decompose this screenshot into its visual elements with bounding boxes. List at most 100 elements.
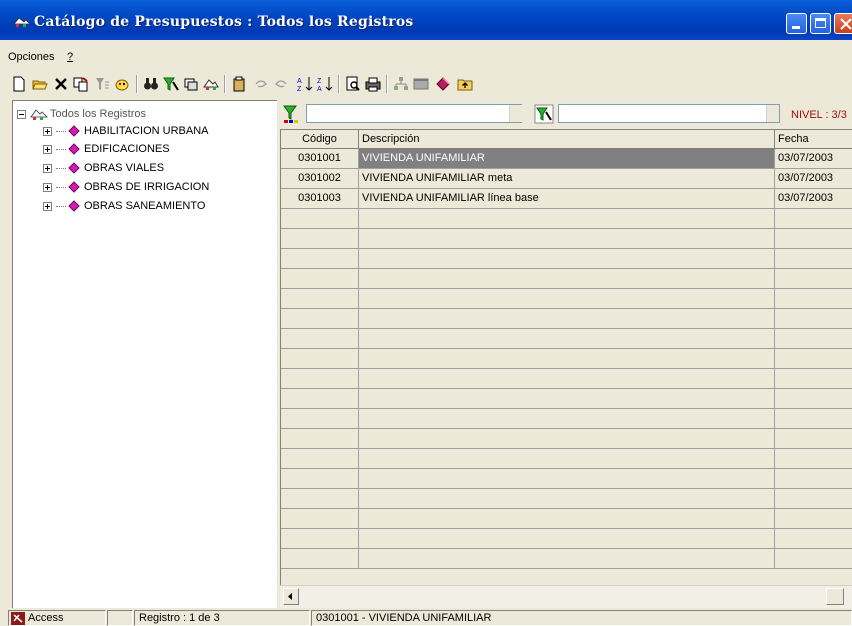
empty-cell[interactable] [281, 489, 359, 509]
empty-cell[interactable] [359, 229, 775, 249]
empty-cell[interactable] [281, 249, 359, 269]
column-header-descripcion[interactable]: Descripción [359, 130, 775, 149]
redo-button[interactable] [272, 75, 290, 93]
filter-funnel-icon[interactable] [534, 104, 554, 124]
title-bar[interactable]: Catálogo de Presupuestos : Todos los Reg… [0, 0, 852, 40]
empty-cell[interactable] [281, 369, 359, 389]
cell-codigo[interactable]: 0301001 [281, 149, 359, 169]
empty-cell[interactable] [775, 549, 852, 569]
delete-button[interactable] [52, 75, 70, 93]
empty-cell[interactable] [281, 209, 359, 229]
empty-cell[interactable] [775, 329, 852, 349]
paint-button[interactable] [113, 75, 131, 93]
cell-descripcion[interactable]: VIVIENDA UNIFAMILIAR línea base [359, 189, 775, 209]
filter-input-2[interactable] [558, 104, 780, 123]
filter-tree-button[interactable] [93, 75, 111, 93]
empty-cell[interactable] [281, 469, 359, 489]
empty-table-row[interactable] [281, 409, 852, 429]
catalog-button[interactable] [202, 75, 220, 93]
empty-table-row[interactable] [281, 469, 852, 489]
empty-cell[interactable] [281, 449, 359, 469]
paste-button[interactable] [230, 75, 248, 93]
empty-cell[interactable] [359, 549, 775, 569]
empty-cell[interactable] [775, 309, 852, 329]
cell-fecha[interactable]: 03/07/2003 [775, 189, 852, 209]
hierarchy-button[interactable] [392, 75, 410, 93]
table-row[interactable]: 0301001 VIVIENDA UNIFAMILIAR 03/07/2003 [281, 149, 852, 169]
scroll-thumb[interactable] [826, 588, 844, 605]
folder-up-button[interactable] [456, 75, 474, 93]
group-button[interactable] [182, 75, 200, 93]
column-header-codigo[interactable]: Código [281, 130, 359, 149]
copy-button[interactable] [72, 75, 90, 93]
empty-table-row[interactable] [281, 449, 852, 469]
empty-cell[interactable] [775, 229, 852, 249]
empty-cell[interactable] [281, 429, 359, 449]
minimize-button[interactable] [786, 13, 807, 34]
empty-cell[interactable] [775, 249, 852, 269]
empty-cell[interactable] [359, 389, 775, 409]
empty-cell[interactable] [775, 209, 852, 229]
empty-cell[interactable] [775, 429, 852, 449]
tree-node-obras-saneamiento[interactable]: OBRAS SANEAMIENTO [43, 199, 205, 213]
empty-cell[interactable] [281, 509, 359, 529]
filter-levels-icon[interactable] [282, 104, 302, 124]
menu-opciones[interactable]: Opciones [8, 51, 54, 63]
empty-cell[interactable] [775, 509, 852, 529]
cell-fecha[interactable]: 03/07/2003 [775, 149, 852, 169]
empty-table-row[interactable] [281, 309, 852, 329]
empty-table-row[interactable] [281, 269, 852, 289]
empty-cell[interactable] [359, 469, 775, 489]
empty-cell[interactable] [359, 429, 775, 449]
empty-cell[interactable] [281, 309, 359, 329]
empty-table-row[interactable] [281, 369, 852, 389]
print-button[interactable] [364, 75, 382, 93]
empty-cell[interactable] [359, 509, 775, 529]
empty-cell[interactable] [359, 269, 775, 289]
empty-cell[interactable] [281, 529, 359, 549]
empty-table-row[interactable] [281, 229, 852, 249]
menu-help[interactable]: ? [67, 51, 73, 63]
expand-icon[interactable] [43, 163, 52, 173]
empty-cell[interactable] [359, 249, 775, 269]
search-button[interactable] [142, 75, 160, 93]
empty-cell[interactable] [281, 229, 359, 249]
empty-cell[interactable] [359, 369, 775, 389]
empty-cell[interactable] [359, 409, 775, 429]
empty-table-row[interactable] [281, 349, 852, 369]
column-header-fecha[interactable]: Fecha [775, 130, 852, 149]
empty-cell[interactable] [775, 369, 852, 389]
expand-icon[interactable] [43, 144, 52, 154]
empty-cell[interactable] [281, 289, 359, 309]
expand-icon[interactable] [43, 182, 52, 192]
empty-table-row[interactable] [281, 209, 852, 229]
cell-fecha[interactable]: 03/07/2003 [775, 169, 852, 189]
empty-cell[interactable] [775, 389, 852, 409]
tree-root[interactable]: Todos los Registros [17, 107, 146, 121]
open-button[interactable] [31, 75, 49, 93]
tree-node-habilitacion-urbana[interactable]: HABILITACION URBANA [43, 124, 209, 138]
empty-cell[interactable] [775, 409, 852, 429]
empty-cell[interactable] [775, 529, 852, 549]
filter-spin-2[interactable] [766, 105, 779, 122]
sort-descending-button[interactable]: ZA [316, 75, 334, 93]
cell-codigo[interactable]: 0301003 [281, 189, 359, 209]
empty-table-row[interactable] [281, 529, 852, 549]
scroll-left-button[interactable] [283, 588, 299, 605]
maximize-button[interactable] [810, 13, 831, 34]
undo-button[interactable] [252, 75, 270, 93]
tree-node-obras-de-irrigacion[interactable]: OBRAS DE IRRIGACION [43, 180, 209, 194]
cell-codigo[interactable]: 0301002 [281, 169, 359, 189]
empty-cell[interactable] [359, 309, 775, 329]
empty-table-row[interactable] [281, 289, 852, 309]
close-button[interactable] [834, 13, 852, 34]
empty-table-row[interactable] [281, 509, 852, 529]
empty-cell[interactable] [359, 449, 775, 469]
horizontal-scrollbar[interactable] [280, 585, 852, 608]
filter-input-1[interactable] [306, 104, 522, 123]
cell-descripcion[interactable]: VIVIENDA UNIFAMILIAR [359, 149, 775, 169]
empty-cell[interactable] [359, 489, 775, 509]
collapse-icon[interactable] [17, 109, 26, 119]
empty-table-row[interactable] [281, 389, 852, 409]
print-preview-button[interactable] [344, 75, 362, 93]
